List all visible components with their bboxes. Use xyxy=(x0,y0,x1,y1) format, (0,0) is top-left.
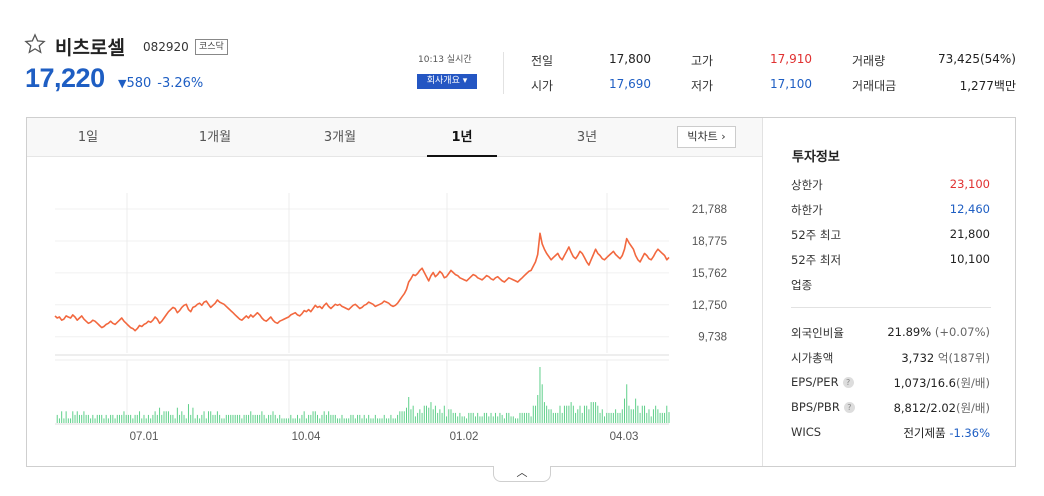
prev-close-value: 17,800 xyxy=(609,52,651,66)
divider xyxy=(503,52,504,94)
help-icon[interactable]: ? xyxy=(842,377,854,388)
upper-limit-value: 23,100 xyxy=(949,177,990,191)
tab-1-month[interactable]: 1개월 xyxy=(180,118,250,157)
industry-label: 업종 xyxy=(791,278,813,292)
realtime-timestamp: 10:13 실시간 xyxy=(418,55,472,65)
market-cap-label: 시가총액 xyxy=(791,351,834,365)
low-value: 17,100 xyxy=(770,77,812,91)
prev-close-label: 전일 xyxy=(531,54,554,68)
eps-per-label: EPS/PER? xyxy=(791,375,854,389)
company-overview-button[interactable]: 회사개요 ▾ xyxy=(417,74,477,89)
wics-sector: 전기제품 xyxy=(903,426,946,440)
foreign-ratio-label: 외국인비율 xyxy=(791,326,844,340)
week52-low-value: 10,100 xyxy=(949,252,990,266)
stock-code: 082920 xyxy=(143,40,189,54)
volume-label: 거래량 xyxy=(852,54,886,68)
price-series-line xyxy=(54,232,670,332)
week52-high-label: 52주 최고 xyxy=(791,228,842,242)
x-tick-label: 04.03 xyxy=(610,431,639,443)
high-value: 17,910 xyxy=(770,52,812,66)
change-percent: -3.26% xyxy=(157,76,204,91)
wics-value: 전기제품 -1.36% xyxy=(903,425,990,441)
x-tick-label: 01.02 xyxy=(450,431,479,443)
market-cap-number: 3,732 xyxy=(901,351,935,365)
upper-limit-label: 상한가 xyxy=(791,178,823,192)
price-change: ▼580 -3.26% xyxy=(118,76,203,91)
big-chart-button[interactable]: 빅차트 › xyxy=(677,126,736,148)
tab-1-year[interactable]: 1년 xyxy=(427,118,497,157)
eps-per-unit: (원/배) xyxy=(955,376,990,390)
volume-value: 73,425(54%) xyxy=(937,52,1016,66)
y-tick-label: 18,775 xyxy=(692,236,727,248)
lower-limit-value: 12,460 xyxy=(949,202,990,216)
current-price: 17,220 xyxy=(25,63,105,93)
market-cap-unit: 억(187위) xyxy=(937,351,990,365)
eps-per-number: 1,073/16.6 xyxy=(893,376,956,390)
wics-label: WICS xyxy=(791,425,822,439)
eps-per-text: EPS/PER xyxy=(791,375,839,389)
week52-low-label: 52주 최저 xyxy=(791,253,842,267)
week52-high-value: 21,800 xyxy=(949,227,990,241)
bps-pbr-label: BPS/PBR? xyxy=(791,400,855,414)
y-tick-label: 9,738 xyxy=(698,332,727,344)
open-label: 시가 xyxy=(531,79,554,93)
favorite-star-icon[interactable] xyxy=(24,33,46,55)
period-tabs: 1일 1개월 3개월 1년 3년 빅차트 › xyxy=(27,118,762,157)
x-tick-label: 10.04 xyxy=(292,431,321,443)
market-cap-value: 3,732 억(187위) xyxy=(901,350,990,366)
bps-pbr-value: 8,812/2.02(원/배) xyxy=(894,400,990,416)
market-badge: 코스닥 xyxy=(195,39,228,55)
divider xyxy=(791,307,991,308)
high-label: 고가 xyxy=(691,54,714,68)
tab-1-day[interactable]: 1일 xyxy=(56,118,120,157)
chart-panel: 1일 1개월 3개월 1년 3년 빅차트 › 21,788 18,775 15,76… xyxy=(26,117,1016,467)
foreign-ratio-number: 21.89% xyxy=(887,325,932,339)
x-tick-label: 07.01 xyxy=(130,431,159,443)
y-tick-label: 15,762 xyxy=(692,268,727,280)
tab-3-months[interactable]: 3개월 xyxy=(305,118,375,157)
investment-info-panel: 투자정보 상한가 23,100 하한가 12,460 52주 최고 21,800… xyxy=(762,118,1015,466)
lower-limit-label: 하한가 xyxy=(791,203,823,217)
eps-per-value: 1,073/16.6(원/배) xyxy=(894,375,990,391)
y-tick-label: 12,750 xyxy=(692,300,727,312)
open-value: 17,690 xyxy=(609,77,651,91)
wics-change: -1.36% xyxy=(949,426,990,440)
price-chart[interactable]: 21,788 18,775 15,762 12,750 9,738 07.01 10.04 0… xyxy=(27,158,762,466)
change-amount: 580 xyxy=(126,76,152,91)
stock-name: 비츠로셀 xyxy=(55,37,125,59)
low-label: 저가 xyxy=(691,79,714,93)
bps-pbr-number: 8,812/2.02 xyxy=(893,401,956,415)
bps-pbr-unit: (원/배) xyxy=(955,401,990,415)
investment-info-title: 투자정보 xyxy=(792,150,840,165)
help-icon[interactable]: ? xyxy=(843,402,855,413)
collapse-chevron-up-icon[interactable]: ︿ xyxy=(493,466,551,482)
bps-pbr-text: BPS/PBR xyxy=(791,400,840,414)
amount-value: 1,277백만 xyxy=(959,79,1016,93)
foreign-ratio-change: (+0.07%) xyxy=(934,325,990,339)
y-tick-label: 21,788 xyxy=(692,204,727,216)
amount-label: 거래대금 xyxy=(852,79,897,93)
foreign-ratio-value: 21.89% (+0.07%) xyxy=(887,325,990,339)
tab-3-years[interactable]: 3년 xyxy=(552,118,622,157)
